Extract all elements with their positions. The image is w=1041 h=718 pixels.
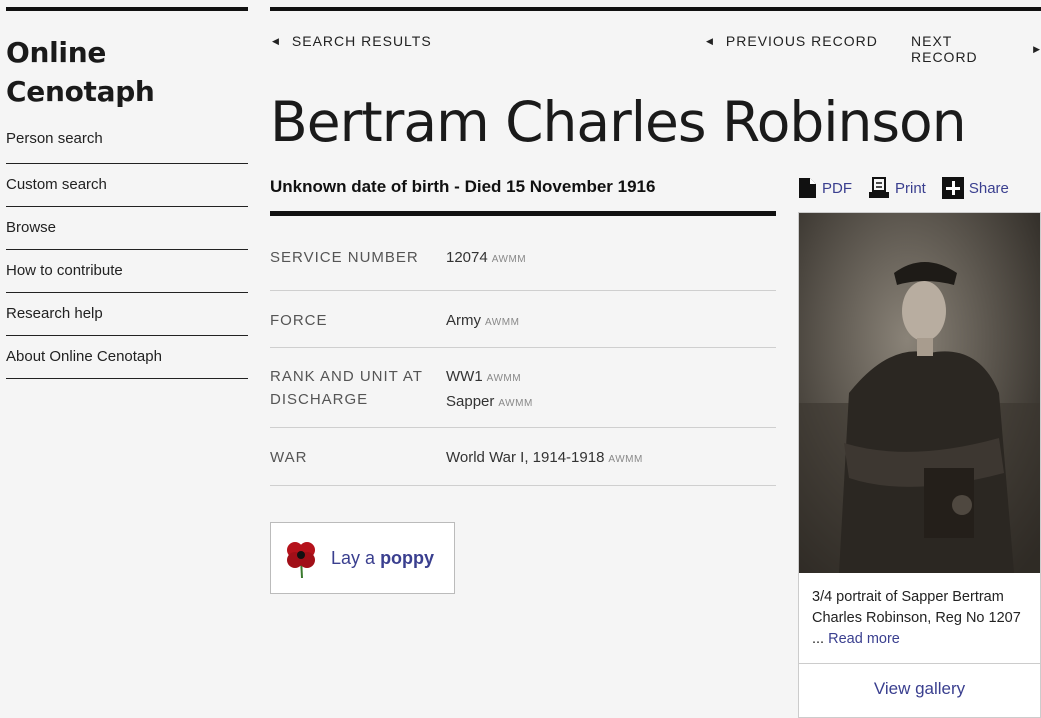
next-record-label: NEXT RECORD <box>911 33 978 65</box>
detail-value: 12074 AWMM <box>446 233 526 290</box>
share-button[interactable]: Share <box>941 177 1009 199</box>
details-table: SERVICE NUMBER 12074 AWMM FORCE Army AWMM … <box>270 233 776 486</box>
rank-value-1: WW1 <box>446 368 483 385</box>
document-icon <box>799 178 816 198</box>
date-separator: - <box>454 177 460 196</box>
nav-item-research-help[interactable]: Research help <box>6 293 248 336</box>
search-results-label: SEARCH RESULTS <box>291 33 432 49</box>
service-number-value: 12074 <box>446 249 488 266</box>
nav-item-custom-search[interactable]: Custom search <box>6 164 248 207</box>
top-rule <box>270 7 1041 11</box>
lay-poppy-prefix: Lay a <box>331 547 376 568</box>
nav-item-how-to-contribute[interactable]: How to contribute <box>6 250 248 293</box>
sidebar: Online Cenotaph Person search Custom sea… <box>6 7 248 379</box>
share-label: Share <box>968 179 1009 197</box>
life-dates: Unknown date of birth - Died 15 November… <box>270 177 776 216</box>
sidebar-nav: Person search Custom search Browse How t… <box>6 127 248 379</box>
photo-card: 3/4 portrait of Sapper Bertram Charles R… <box>798 212 1041 718</box>
lay-poppy-label: Lay a poppy <box>331 548 434 569</box>
detail-row-service-number: SERVICE NUMBER 12074 AWMM <box>270 233 776 291</box>
triangle-right-icon: ▶ <box>1033 43 1041 54</box>
pdf-label: PDF <box>822 179 852 197</box>
portrait-photo[interactable] <box>799 213 1040 573</box>
source-tag: AWMM <box>486 373 522 384</box>
triangle-left-icon: ◀ <box>272 35 280 46</box>
print-label: Print <box>895 179 926 197</box>
nav-item-about[interactable]: About Online Cenotaph <box>6 336 248 379</box>
main-content: ◀ SEARCH RESULTS ◀ PREVIOUS RECORD NEXT … <box>270 7 1041 718</box>
source-tag: AWMM <box>485 317 520 328</box>
plus-icon <box>941 177 964 199</box>
war-value: World War I, 1914-1918 <box>446 449 605 466</box>
source-tag: AWMM <box>491 254 527 265</box>
site-title[interactable]: Online Cenotaph <box>6 33 248 111</box>
lay-poppy-bold: poppy <box>380 547 435 568</box>
detail-value: WW1 AWMM Sapper AWMM <box>446 348 533 427</box>
death-date: Died 15 November 1916 <box>464 177 656 196</box>
detail-row-rank-unit: RANK AND UNIT AT DISCHARGE WW1 AWMM Sappe… <box>270 348 776 428</box>
nav-item-browse[interactable]: Browse <box>6 207 248 250</box>
view-gallery-link[interactable]: View gallery <box>799 664 1040 714</box>
record-actions: PDF Print Share <box>798 177 1009 199</box>
poppy-icon <box>287 542 315 579</box>
previous-record-label: PREVIOUS RECORD <box>725 33 878 49</box>
read-more-link[interactable]: Read more <box>828 631 900 647</box>
detail-label: SERVICE NUMBER <box>270 249 419 266</box>
site-title-line2[interactable]: Cenotaph <box>6 72 248 111</box>
source-tag: AWMM <box>498 398 533 409</box>
triangle-left-icon: ◀ <box>706 35 714 46</box>
rank-value-2: Sapper <box>446 393 495 410</box>
page-title: Bertram Charles Robinson <box>270 90 967 154</box>
lay-poppy-button[interactable]: Lay a poppy <box>270 522 455 594</box>
photo-caption: 3/4 portrait of Sapper Bertram Charles R… <box>799 573 1040 664</box>
detail-row-force: FORCE Army AWMM <box>270 291 776 348</box>
print-button[interactable]: Print <box>868 177 926 199</box>
record-toolbar: ◀ SEARCH RESULTS ◀ PREVIOUS RECORD NEXT … <box>270 33 1041 65</box>
detail-label: FORCE <box>270 312 328 329</box>
detail-label: WAR <box>270 449 308 466</box>
rank-label-line2: DISCHARGE <box>270 391 369 408</box>
previous-record-link[interactable]: ◀ PREVIOUS RECORD <box>706 33 878 49</box>
source-tag: AWMM <box>608 454 643 465</box>
detail-value: Army AWMM <box>446 291 519 347</box>
search-results-link[interactable]: ◀ SEARCH RESULTS <box>272 33 432 49</box>
pdf-button[interactable]: PDF <box>798 177 852 199</box>
next-record-link[interactable]: NEXT RECORD ▶ <box>911 33 1041 65</box>
detail-row-war: WAR World War I, 1914-1918 AWMM <box>270 428 776 486</box>
detail-label: RANK AND UNIT AT DISCHARGE <box>270 348 446 427</box>
site-title-line1[interactable]: Online <box>6 33 248 72</box>
rank-label-line1: RANK AND UNIT AT <box>270 368 423 385</box>
printer-icon <box>869 177 889 198</box>
birth-date: Unknown date of birth <box>270 177 450 196</box>
force-value: Army <box>446 312 481 329</box>
nav-item-person-search[interactable]: Person search <box>6 127 248 164</box>
detail-value: World War I, 1914-1918 AWMM <box>446 428 643 485</box>
